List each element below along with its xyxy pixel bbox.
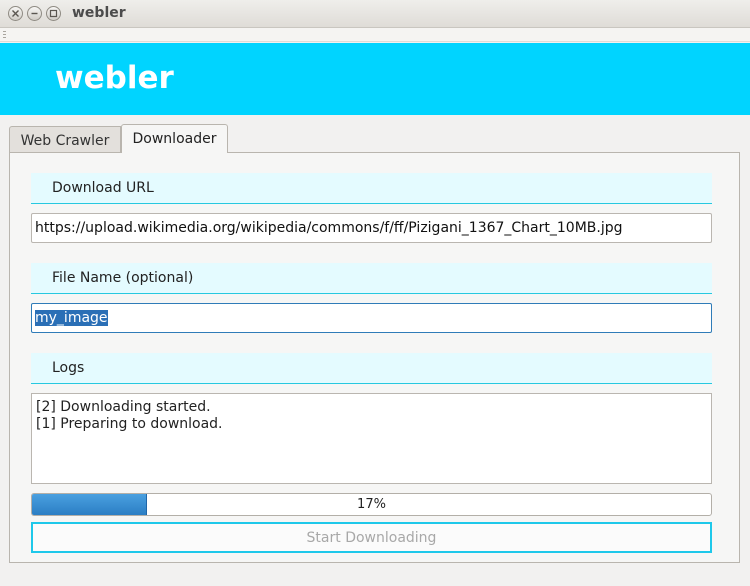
window-titlebar: webler (0, 0, 750, 28)
header-banner: webler (0, 43, 750, 115)
file-name-heading: File Name (optional) (31, 263, 712, 294)
download-url-heading: Download URL (31, 173, 712, 204)
download-progress-bar: 17% (31, 493, 712, 516)
download-url-input[interactable]: https://upload.wikimedia.org/wikipedia/c… (31, 213, 712, 243)
toolbar-strip (0, 28, 750, 42)
file-name-input[interactable]: my_image (31, 303, 712, 333)
log-line: [1] Preparing to download. (36, 416, 223, 432)
tab-web-crawler[interactable]: Web Crawler (9, 126, 121, 152)
window-title: webler (72, 5, 126, 21)
logs-textarea[interactable]: [2] Downloading started. [1] Preparing t… (31, 393, 712, 484)
start-downloading-button[interactable]: Start Downloading (31, 522, 712, 553)
toolbar-grip-icon[interactable] (3, 31, 6, 39)
logs-heading: Logs (31, 353, 712, 384)
progress-text: 17% (357, 497, 386, 512)
maximize-icon[interactable] (46, 6, 61, 21)
minimize-icon[interactable] (27, 6, 42, 21)
log-line: [2] Downloading started. (36, 399, 211, 415)
close-icon[interactable] (8, 6, 23, 21)
app-title: webler (55, 60, 174, 96)
tab-downloader[interactable]: Downloader (121, 124, 228, 153)
file-name-selected-text: my_image (35, 310, 108, 326)
